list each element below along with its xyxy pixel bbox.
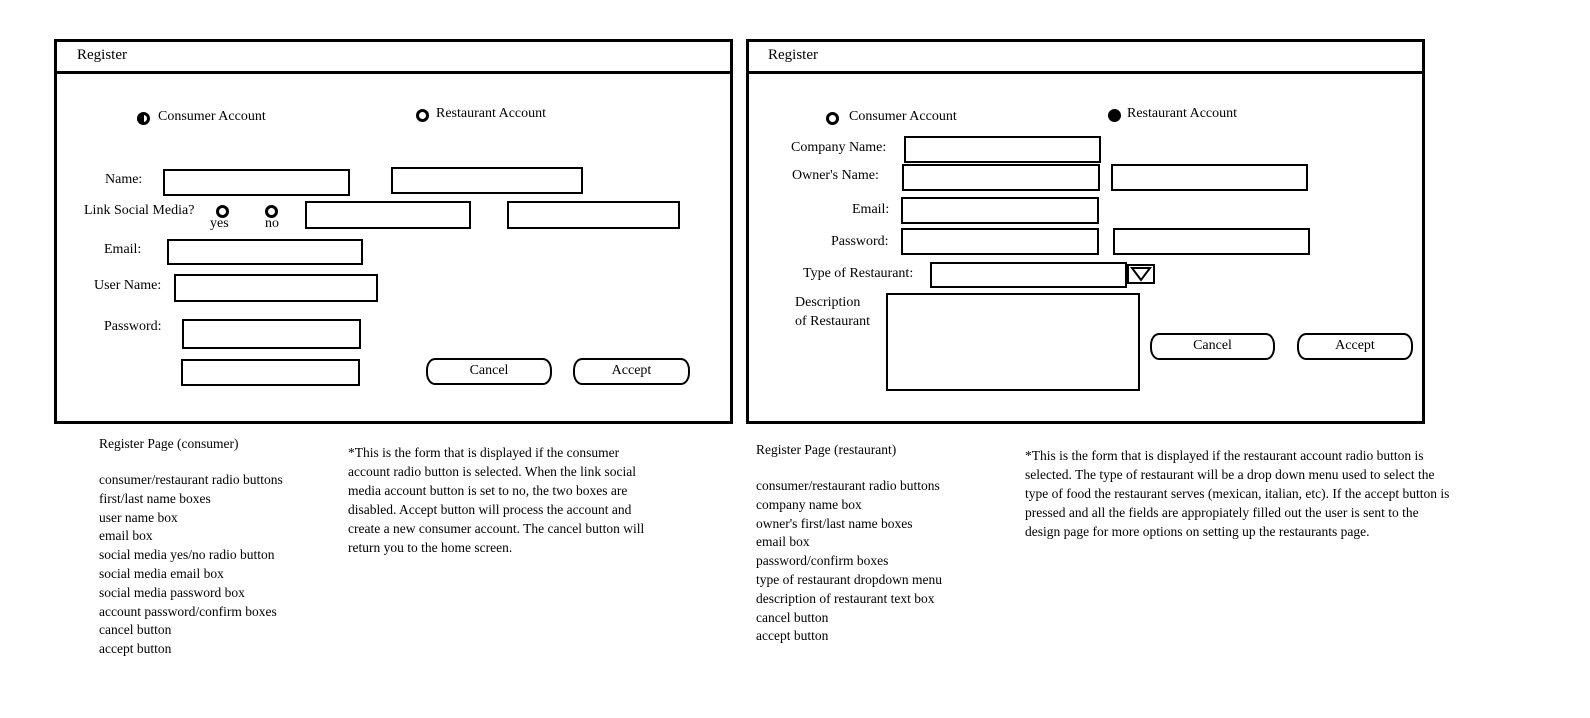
list-item: cancel button xyxy=(99,622,172,638)
consumer-account-radio[interactable] xyxy=(137,112,150,125)
cancel-button[interactable]: Cancel xyxy=(426,358,552,385)
restaurant-window-title: Register xyxy=(768,47,818,63)
company-name-label: Company Name: xyxy=(791,140,887,155)
email-input[interactable] xyxy=(167,239,363,265)
first-name-input[interactable] xyxy=(163,169,350,196)
confirm-password-input[interactable] xyxy=(1113,228,1310,255)
restaurant-type-dropdown-button[interactable] xyxy=(1127,264,1155,284)
last-name-input[interactable] xyxy=(391,167,583,194)
password-input[interactable] xyxy=(901,228,1099,255)
password-label: Password: xyxy=(104,319,162,334)
consumer-notes-list: consumer/restaurant radio buttons first/… xyxy=(99,471,329,659)
username-input[interactable] xyxy=(174,274,378,302)
consumer-notes-heading: Register Page (consumer) xyxy=(99,436,239,451)
description-label-line2: of Restaurant xyxy=(795,314,871,329)
list-item: user name box xyxy=(99,509,178,525)
confirm-password-input[interactable] xyxy=(181,359,360,386)
email-input[interactable] xyxy=(901,197,1099,224)
social-media-password-input[interactable] xyxy=(507,201,680,229)
restaurant-type-select[interactable] xyxy=(930,262,1127,288)
restaurant-notes-list: consumer/restaurant radio buttons compan… xyxy=(756,477,996,646)
link-social-media-label: Link Social Media? xyxy=(84,203,195,218)
list-item: social media yes/no radio button xyxy=(99,547,275,563)
list-item: social media password box xyxy=(99,584,245,600)
restaurant-account-radio[interactable] xyxy=(416,109,429,122)
list-item: type of restaurant dropdown menu xyxy=(756,571,942,587)
list-item: account password/confirm boxes xyxy=(99,603,277,619)
list-item: consumer/restaurant radio buttons xyxy=(99,472,283,487)
list-item: social media email box xyxy=(99,565,224,581)
consumer-window-title: Register xyxy=(77,47,127,63)
username-label: User Name: xyxy=(94,278,162,293)
cancel-button[interactable]: Cancel xyxy=(1150,333,1275,360)
company-name-input[interactable] xyxy=(904,136,1101,163)
list-item: owner's first/last name boxes xyxy=(756,515,913,531)
description-label-line1: Description xyxy=(795,295,861,310)
owner-first-name-input[interactable] xyxy=(902,164,1100,191)
restaurant-notes-description: *This is the form that is displayed if t… xyxy=(1025,448,1450,539)
consumer-register-window: Register Consumer Account Restaurant Acc… xyxy=(54,39,733,424)
description-textarea[interactable] xyxy=(886,293,1140,391)
restaurant-notes-heading: Register Page (restaurant) xyxy=(756,442,897,457)
social-media-email-input[interactable] xyxy=(305,201,471,229)
list-item: accept button xyxy=(756,628,829,644)
password-label: Password: xyxy=(831,234,889,249)
accept-button[interactable]: Accept xyxy=(1297,333,1413,360)
list-item: email box xyxy=(756,534,810,550)
consumer-account-radio[interactable] xyxy=(826,112,839,125)
consumer-account-label: Consumer Account xyxy=(849,109,957,124)
social-yes-label: yes xyxy=(210,216,229,231)
list-item: company name box xyxy=(756,496,862,512)
restaurant-title-bar: Register xyxy=(749,42,1422,74)
restaurant-type-label: Type of Restaurant: xyxy=(803,266,914,281)
owner-name-label: Owner's Name: xyxy=(792,168,879,183)
restaurant-account-label: Restaurant Account xyxy=(436,106,547,121)
list-item: first/last name boxes xyxy=(99,490,211,506)
password-input[interactable] xyxy=(182,319,361,349)
name-label: Name: xyxy=(105,172,143,187)
owner-last-name-input[interactable] xyxy=(1111,164,1308,191)
social-no-label: no xyxy=(265,216,279,231)
list-item: description of restaurant text box xyxy=(756,590,935,606)
consumer-title-bar: Register xyxy=(57,42,730,74)
list-item: accept button xyxy=(99,641,172,657)
restaurant-account-label: Restaurant Account xyxy=(1127,106,1238,121)
consumer-notes-description: *This is the form that is displayed if t… xyxy=(348,445,645,555)
triangle-down-icon xyxy=(1130,267,1152,282)
list-item: consumer/restaurant radio buttons xyxy=(756,478,940,493)
list-item: password/confirm boxes xyxy=(756,553,889,569)
list-item: email box xyxy=(99,528,153,544)
consumer-account-label: Consumer Account xyxy=(158,109,266,124)
email-label: Email: xyxy=(852,202,890,217)
restaurant-register-window: Register Consumer Account Restaurant Acc… xyxy=(746,39,1425,424)
list-item: cancel button xyxy=(756,609,829,625)
accept-button[interactable]: Accept xyxy=(573,358,690,385)
email-label: Email: xyxy=(104,242,142,257)
restaurant-account-radio[interactable] xyxy=(1108,109,1121,122)
